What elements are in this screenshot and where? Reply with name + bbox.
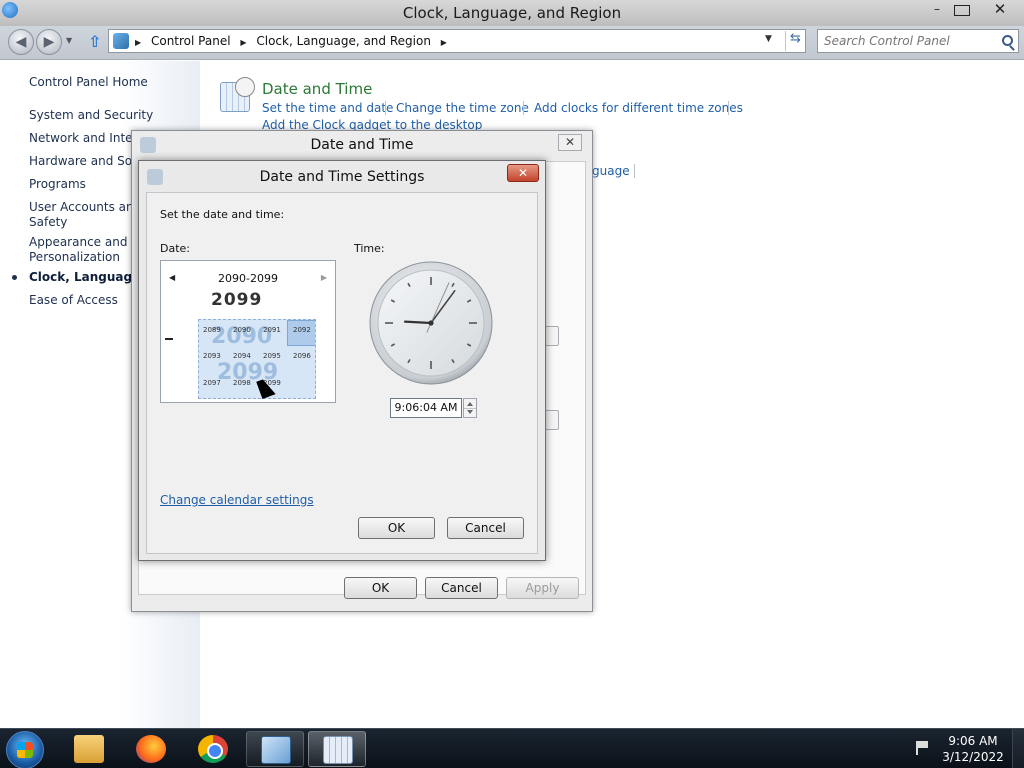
back-button[interactable]: ◀: [8, 29, 34, 55]
recent-pages-dropdown-icon[interactable]: ▼: [66, 36, 72, 45]
taskbar: 9:06 AM 3/12/2022: [0, 728, 1024, 768]
sidebar-item-network-internet[interactable]: Network and Intern: [29, 131, 145, 145]
calendar-transition-year: 2099: [211, 290, 263, 310]
time-label: Time:: [354, 242, 385, 255]
address-bar[interactable]: ▶ Control Panel ▶ Clock, Language, and R…: [108, 29, 806, 53]
taskbar-date-time[interactable]: [308, 731, 366, 767]
taskbar-explorer[interactable]: [60, 731, 118, 767]
address-history-dropdown-icon[interactable]: ▼: [765, 34, 772, 44]
breadcrumb-chevron-icon[interactable]: ▶: [240, 38, 246, 47]
calendar-year-grid[interactable]: 2090 2099 2089 2090 2091 2092 2093 2094 …: [198, 319, 316, 399]
year-cell[interactable]: 2097: [203, 379, 221, 387]
change-display-language-link-fragment[interactable]: guage: [592, 164, 630, 178]
sidebar-item-user-accounts-line2[interactable]: Safety: [29, 215, 67, 229]
sidebar-item-programs[interactable]: Programs: [29, 177, 86, 191]
sidebar-item-system-security[interactable]: System and Security: [29, 108, 153, 122]
taskbar-firefox[interactable]: [122, 731, 180, 767]
clock-center-pin: [428, 320, 434, 326]
date-label: Date:: [160, 242, 190, 255]
date-time-dialog-title: Date and Time: [310, 137, 414, 153]
control-panel-icon: [261, 736, 291, 764]
taskbar-clock-time[interactable]: 9:06 AM: [940, 734, 1006, 748]
spin-up-arrow-icon[interactable]: [467, 402, 473, 406]
sidebar-item-ease-of-access[interactable]: Ease of Access: [29, 293, 118, 307]
firefox-icon: [136, 735, 166, 763]
minimize-button[interactable]: –: [928, 2, 946, 18]
settings-cancel-button[interactable]: Cancel: [447, 517, 524, 539]
link-separator: [728, 101, 729, 115]
add-clocks-link[interactable]: Add clocks for different time zones: [534, 101, 743, 115]
change-time-zone-link[interactable]: Change the time zone: [396, 101, 529, 115]
window-titlebar: Clock, Language, and Region – ✕: [0, 0, 1024, 26]
analog-clock: [369, 261, 493, 385]
breadcrumb-chevron-icon[interactable]: ▶: [441, 38, 447, 47]
sidebar-item-appearance[interactable]: Appearance and: [29, 235, 127, 249]
year-cell[interactable]: 2090: [233, 326, 251, 334]
close-window-button[interactable]: ✕: [990, 2, 1010, 18]
folder-icon: [74, 735, 104, 763]
search-input[interactable]: [824, 34, 994, 48]
date-time-category-icon[interactable]: [220, 77, 255, 112]
breadcrumb-control-panel[interactable]: Control Panel: [151, 34, 231, 48]
year-cell[interactable]: 2096: [293, 352, 311, 360]
year-cell[interactable]: 2094: [233, 352, 251, 360]
year-cell[interactable]: 2098: [233, 379, 251, 387]
start-button[interactable]: [6, 731, 44, 768]
chrome-icon: [198, 735, 228, 763]
action-center-flag-icon[interactable]: [916, 741, 930, 755]
year-cell[interactable]: 2093: [203, 352, 221, 360]
breadcrumb-chevron-icon[interactable]: ▶: [135, 38, 141, 47]
breadcrumb-clock-language-region[interactable]: Clock, Language, and Region: [256, 34, 431, 48]
sidebar-item-appearance-line2[interactable]: Personalization: [29, 250, 120, 264]
taskbar-clock-date[interactable]: 3/12/2022: [940, 750, 1006, 764]
maximize-button[interactable]: [954, 5, 970, 16]
refresh-icon[interactable]: ⇆: [785, 31, 805, 51]
sidebar-item-hardware-sound[interactable]: Hardware and Soun: [29, 154, 147, 168]
search-icon[interactable]: [1002, 35, 1013, 46]
link-separator: [385, 101, 386, 115]
link-separator: [523, 101, 524, 115]
time-spinner[interactable]: [463, 398, 477, 418]
show-desktop-button[interactable]: [1012, 729, 1024, 768]
date-time-cancel-button[interactable]: Cancel: [425, 577, 498, 599]
spinner-divider: [464, 408, 476, 409]
taskbar-chrome[interactable]: [184, 731, 242, 767]
control-panel-icon: [113, 33, 129, 49]
clock-hour-hand: [403, 320, 433, 325]
date-time-settings-title: Date and Time Settings: [259, 169, 425, 185]
forward-button[interactable]: ▶: [36, 29, 62, 55]
windows-logo-icon: [17, 742, 33, 758]
year-cell[interactable]: 2092: [293, 326, 311, 334]
taskbar-control-panel[interactable]: [246, 731, 304, 767]
calendar-decade-header[interactable]: 2090-2099: [161, 272, 335, 285]
calendar-clock-icon: [323, 736, 353, 764]
address-toolbar: ◀ ▶ ▼ ⇧ ▶ Control Panel ▶ Clock, Languag…: [0, 26, 1024, 60]
year-cell[interactable]: 2095: [263, 352, 281, 360]
calendar-control[interactable]: ◀ 2090-2099 ▶ 2099 2090 2099 2089 2090 2…: [160, 260, 336, 403]
sidebar-item-control-panel-home[interactable]: Control Panel Home: [29, 75, 148, 89]
link-separator: [634, 164, 635, 178]
spin-down-arrow-icon[interactable]: [467, 410, 473, 414]
calendar-transition-mark: [165, 338, 173, 340]
set-time-date-link[interactable]: Set the time and date: [262, 101, 393, 115]
calendar-next-arrow-icon[interactable]: ▶: [321, 273, 327, 282]
date-time-heading[interactable]: Date and Time: [262, 80, 372, 98]
change-calendar-settings-link[interactable]: Change calendar settings: [160, 493, 314, 507]
date-time-ok-button[interactable]: OK: [344, 577, 417, 599]
date-time-settings-close-button[interactable]: ✕: [507, 164, 539, 182]
window-title: Clock, Language, and Region: [402, 4, 622, 22]
year-cell[interactable]: 2091: [263, 326, 281, 334]
instruction-text: Set the date and time:: [160, 208, 285, 221]
time-input[interactable]: 9:06:04 AM: [390, 398, 462, 418]
year-cell[interactable]: 2089: [203, 326, 221, 334]
settings-ok-button[interactable]: OK: [358, 517, 435, 539]
sidebar-item-user-accounts[interactable]: User Accounts and: [29, 200, 141, 214]
search-box[interactable]: [817, 29, 1019, 53]
up-arrow-icon[interactable]: ⇧: [88, 32, 101, 51]
date-time-apply-button[interactable]: Apply: [506, 577, 579, 599]
date-time-dialog-close-button[interactable]: ✕: [558, 134, 582, 151]
